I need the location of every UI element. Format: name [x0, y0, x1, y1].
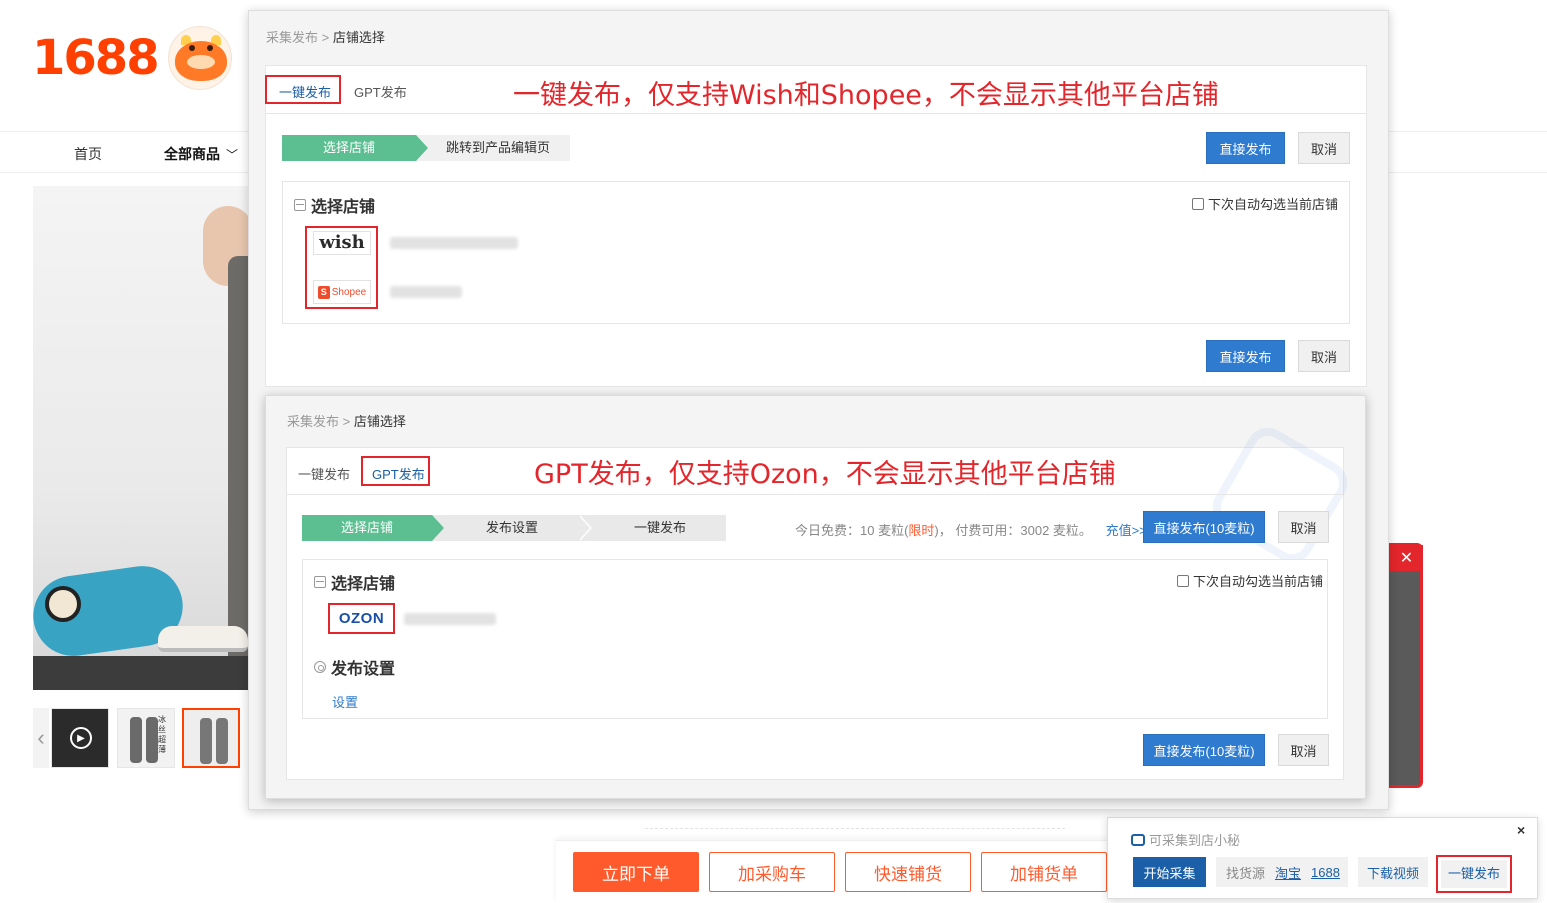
thumb-image[interactable]: 冰丝 超薄 — [117, 708, 175, 768]
store-name-blurred[interactable] — [390, 286, 462, 298]
tab-divider — [287, 494, 1343, 495]
play-icon: ▶ — [70, 727, 92, 749]
side-promo-panel — [1388, 543, 1423, 788]
shopee-logo[interactable]: S Shopee — [313, 280, 371, 304]
quick-distribute-button[interactable]: 快速铺货 — [845, 852, 971, 892]
cancel-button-bottom[interactable]: 取消 — [1298, 340, 1350, 372]
mascot-logo — [168, 26, 232, 90]
breadcrumb-separator: > — [342, 414, 351, 429]
collapse-icon[interactable] — [314, 576, 326, 588]
step-indicator: 选择店铺 跳转到产品编辑页 — [282, 135, 570, 161]
quota-limited: 限时 — [908, 523, 935, 538]
nav-all-products-label: 全部商品 — [164, 146, 220, 162]
breadcrumb-current: 店铺选择 — [332, 30, 385, 45]
collapse-icon[interactable] — [294, 199, 306, 211]
source-1688-link[interactable]: 1688 — [1311, 865, 1340, 880]
close-icon[interactable]: ✕ — [1390, 545, 1423, 571]
tab-gpt-publish[interactable]: GPT发布 — [372, 464, 425, 483]
nav-home[interactable]: 首页 — [74, 144, 102, 164]
section-title-store-label: 选择店铺 — [311, 199, 376, 216]
annotation-gpt: GPT发布，仅支持Ozon，不会显示其他平台店铺 — [534, 459, 1116, 490]
auto-check-label: 下次自动勾选当前店铺 — [1193, 574, 1324, 589]
nav-all-products[interactable]: 全部商品 ﹀ — [164, 144, 238, 164]
breadcrumb: 采集发布 > 店铺选择 — [287, 411, 406, 430]
recharge-link[interactable]: 充值>> — [1106, 523, 1147, 538]
shopee-bag-icon: S — [317, 285, 330, 299]
publish-button-top[interactable]: 直接发布(10麦粒) — [1143, 511, 1265, 543]
quota-paid: 付费可用：3002 麦粒。 — [955, 523, 1092, 538]
store-name-blurred[interactable] — [404, 613, 496, 625]
add-distribute-list-button[interactable]: 加铺货单 — [981, 852, 1107, 892]
site-logo[interactable]: 1688 — [32, 30, 160, 86]
step-select-store: 选择店铺 — [302, 515, 444, 541]
breadcrumb-parent[interactable]: 采集发布 — [266, 30, 318, 45]
step-jump-edit: 跳转到产品编辑页 — [416, 135, 570, 161]
robot-icon — [1131, 833, 1145, 846]
one-key-publish-highlight: 一键发布 — [1436, 855, 1512, 893]
section-title-settings-label: 发布设置 — [331, 661, 396, 678]
find-source-label: 找货源 — [1226, 865, 1266, 881]
step-publish-settings: 发布设置 — [432, 515, 592, 541]
publish-button-bottom[interactable]: 直接发布(10麦粒) — [1143, 734, 1265, 766]
auto-check-option[interactable]: 下次自动勾选当前店铺 — [1177, 571, 1323, 590]
ozon-logo-highlight: OZON — [328, 603, 395, 634]
checkbox[interactable] — [1192, 197, 1204, 210]
checkbox[interactable] — [1177, 574, 1189, 587]
breadcrumb: 采集发布 > 店铺选择 — [266, 27, 385, 46]
section-title-settings: 发布设置 — [314, 655, 395, 679]
tab-gpt-publish[interactable]: GPT发布 — [354, 82, 407, 101]
section-title-store: 选择店铺 — [294, 193, 375, 217]
ozon-logo[interactable]: OZON — [339, 610, 384, 627]
section-title-store-label: 选择店铺 — [331, 576, 396, 593]
thumb-prev-arrow-icon[interactable]: ‹ — [33, 708, 49, 768]
step-select-store: 选择店铺 — [282, 135, 428, 161]
find-source-group: 找货源 淘宝 1688 — [1216, 857, 1348, 887]
store-section — [282, 181, 1350, 324]
settings-icon — [314, 661, 326, 673]
download-video-button[interactable]: 下载视频 — [1358, 857, 1428, 887]
tab-onekey-publish[interactable]: 一键发布 — [279, 82, 331, 101]
source-taobao-link[interactable]: 淘宝 — [1275, 863, 1301, 882]
thumb-caption: 冰丝 超薄 — [158, 715, 166, 754]
section-title-store: 选择店铺 — [314, 570, 395, 594]
settings-link[interactable]: 设置 — [332, 692, 358, 711]
one-key-publish-button[interactable]: 一键发布 — [1441, 860, 1507, 888]
tab-divider — [266, 113, 1366, 114]
store-name-blurred[interactable] — [390, 237, 518, 249]
breadcrumb-separator: > — [321, 30, 330, 45]
add-to-cart-button[interactable]: 加采购车 — [709, 852, 835, 892]
auto-check-option[interactable]: 下次自动勾选当前店铺 — [1192, 194, 1338, 213]
widget-title: 可采集到店小秘 — [1131, 830, 1240, 849]
divider — [645, 828, 1065, 829]
quota-free-suffix: )， — [934, 523, 952, 538]
publish-button-top[interactable]: 直接发布 — [1206, 132, 1285, 164]
chevron-down-icon: ﹀ — [226, 148, 239, 162]
quota-free-prefix: 今日免费：10 麦粒( — [795, 523, 909, 538]
publish-button-bottom[interactable]: 直接发布 — [1206, 340, 1285, 372]
product-main-image — [33, 186, 249, 690]
quota-info: 今日免费：10 麦粒(限时)， 付费可用：3002 麦粒。 充值>> — [795, 520, 1147, 539]
annotation-onekey: 一键发布，仅支持Wish和Shopee，不会显示其他平台店铺 — [513, 80, 1219, 111]
tab-onekey-publish[interactable]: 一键发布 — [298, 464, 350, 483]
start-collect-button[interactable]: 开始采集 — [1133, 857, 1206, 887]
breadcrumb-parent[interactable]: 采集发布 — [287, 414, 339, 429]
wish-logo[interactable]: wish — [313, 231, 371, 255]
step-onekey-publish: 一键发布 — [578, 515, 726, 541]
widget-close-icon[interactable]: × — [1517, 822, 1525, 838]
cancel-button-top[interactable]: 取消 — [1278, 511, 1329, 543]
order-now-button[interactable]: 立即下单 — [573, 852, 699, 892]
auto-check-label: 下次自动勾选当前店铺 — [1208, 197, 1339, 212]
widget-title-label: 可采集到店小秘 — [1149, 833, 1241, 848]
thumb-video[interactable]: ▶ — [51, 708, 109, 768]
step-indicator: 选择店铺 发布设置 一键发布 — [302, 515, 726, 541]
cancel-button-bottom[interactable]: 取消 — [1278, 734, 1329, 766]
breadcrumb-current: 店铺选择 — [353, 414, 406, 429]
thumb-image-selected[interactable] — [182, 708, 240, 768]
cancel-button-top[interactable]: 取消 — [1298, 132, 1350, 164]
store-section — [302, 559, 1328, 719]
shopee-logo-text: Shopee — [331, 286, 367, 298]
